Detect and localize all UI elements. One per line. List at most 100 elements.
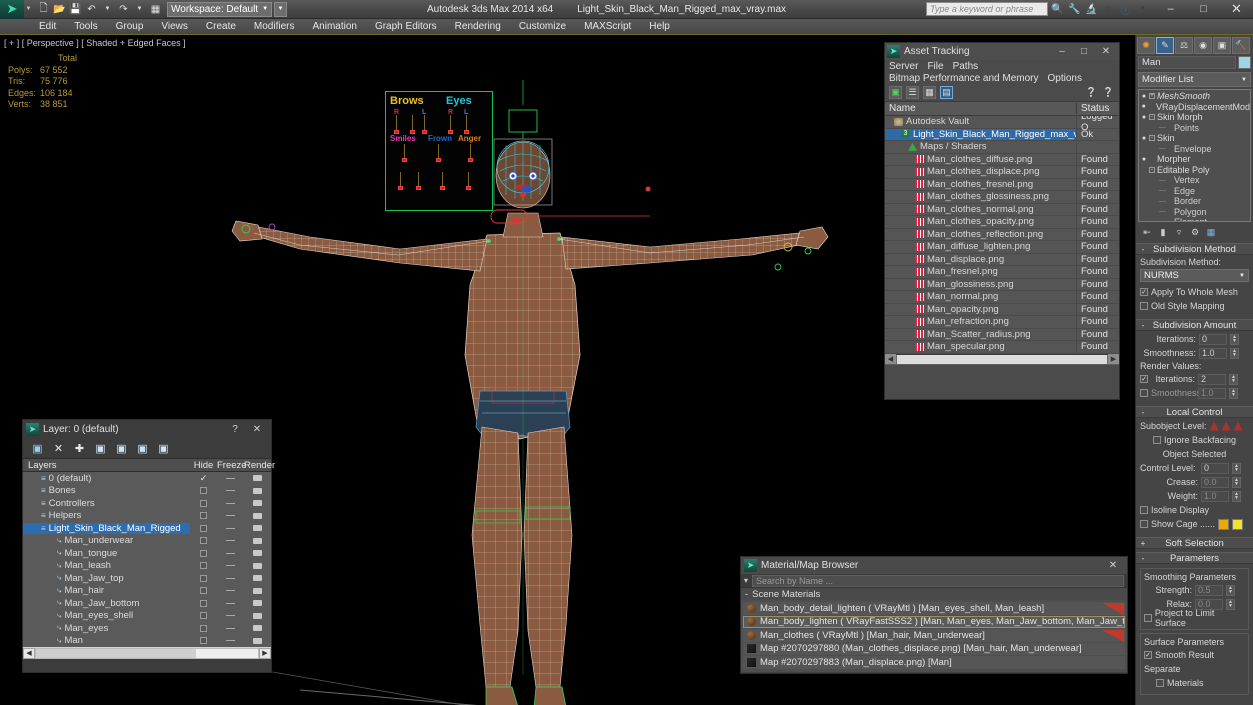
hide-checkbox[interactable] xyxy=(200,537,207,545)
layer-render-cell[interactable] xyxy=(244,475,271,482)
render-smoothness-spinner[interactable]: ▲ ▼ xyxy=(1229,387,1238,399)
scroll-right-arrow-icon[interactable]: ▶ xyxy=(1108,354,1119,364)
hierarchy-tab[interactable]: ⚖ xyxy=(1175,36,1193,54)
material-search-input[interactable]: Search by Name ... xyxy=(752,574,1124,587)
render-toggle-icon[interactable] xyxy=(253,550,262,557)
render-iterations-spinner[interactable]: ▲ ▼ xyxy=(1229,373,1238,385)
layer-row-name-cell[interactable]: ⤷ Man_hair xyxy=(23,585,190,596)
layer-hide-cell[interactable] xyxy=(190,599,217,607)
show-cage-checkbox[interactable] xyxy=(1140,520,1148,528)
wrench-icon[interactable]: 🔧 xyxy=(1067,2,1082,17)
morph-slider-knob[interactable] xyxy=(448,130,453,134)
render-toggle-icon[interactable] xyxy=(253,525,262,532)
layer-list[interactable]: ≡ 0 (default) ✓ ≡ Bones ≡ Controllers ≡ Helpers ≡… xyxy=(23,472,271,647)
hide-checkbox[interactable] xyxy=(200,637,207,645)
layer-render-cell[interactable] xyxy=(244,537,271,544)
motion-tab[interactable]: ◉ xyxy=(1194,36,1212,54)
asset-row-name-cell[interactable]: Man_fresnel.png xyxy=(885,266,1077,278)
asset-tracking-close-button[interactable]: ✕ xyxy=(1095,44,1117,60)
layer-hide-cell[interactable] xyxy=(190,612,217,620)
layer-hide-cell[interactable] xyxy=(190,562,217,570)
subobject-level-buttons[interactable] xyxy=(1209,421,1243,431)
layer-row-name-cell[interactable]: ≡ Light_Skin_Black_Man_Rigged xyxy=(23,522,190,534)
refresh-icon[interactable]: ▣ xyxy=(889,86,902,99)
modifier-stack-row[interactable]: ● - Skin xyxy=(1139,133,1250,144)
strength-input[interactable]: 0.5 xyxy=(1195,584,1223,596)
layer-hscrollbar[interactable]: ◀ ▶ xyxy=(23,647,271,659)
hide-checkbox[interactable] xyxy=(200,499,207,507)
new-layer-icon[interactable]: ▣ xyxy=(31,442,44,455)
layer-row[interactable]: ≡ Helpers xyxy=(23,510,271,523)
asset-tracking-window[interactable]: ➤ Asset Tracking – □ ✕ Server File Paths… xyxy=(884,42,1120,400)
project-limit-checkbox[interactable] xyxy=(1144,614,1152,622)
expand-toggle-icon[interactable]: - xyxy=(1149,166,1155,173)
layer-dialog-help-button[interactable]: ? xyxy=(224,421,246,437)
display-tab[interactable]: ▣ xyxy=(1213,36,1231,54)
hide-checkbox[interactable] xyxy=(200,562,207,570)
asset-row[interactable]: Man_normal.png Found xyxy=(885,291,1119,304)
menu-item-edit[interactable]: Edit xyxy=(30,19,65,35)
isoline-display-checkbox[interactable] xyxy=(1140,506,1148,514)
material-browser-titlebar[interactable]: ➤ Material/Map Browser ✕ xyxy=(741,557,1127,574)
layer-row[interactable]: ⤷ Man xyxy=(23,635,271,648)
morph-slider-knob[interactable] xyxy=(468,158,473,162)
modifier-stack-row[interactable]: ● - Skin Morph xyxy=(1139,112,1250,123)
morph-slider-knob[interactable] xyxy=(402,158,407,162)
asset-row-name-cell[interactable]: Man_refraction.png xyxy=(885,316,1077,328)
layer-hide-cell[interactable] xyxy=(190,537,217,545)
layer-render-cell[interactable] xyxy=(244,550,271,557)
hide-checkbox[interactable] xyxy=(200,574,207,582)
undo-icon[interactable]: ↶ xyxy=(84,2,99,17)
layer-row[interactable]: ≡ Controllers xyxy=(23,497,271,510)
rollout-header-parameters[interactable]: - Parameters xyxy=(1136,552,1253,564)
layer-row-name-cell[interactable]: ≡ Bones xyxy=(23,485,190,496)
layer-row-name-cell[interactable]: ⤷ Man_leash xyxy=(23,560,190,571)
layer-hide-cell[interactable] xyxy=(190,587,217,595)
lightbulb-icon[interactable]: ● xyxy=(1141,103,1146,110)
asset-row-name-cell[interactable]: Man_clothes_fresnel.png xyxy=(885,178,1077,190)
layer-row[interactable]: ⤷ Man_eyes xyxy=(23,622,271,635)
asset-row-name-cell[interactable]: Man_displace.png xyxy=(885,253,1077,265)
layer-row[interactable]: ⤷ Man_underwear xyxy=(23,535,271,548)
render-toggle-icon[interactable] xyxy=(253,512,262,519)
layer-freeze-cell[interactable] xyxy=(217,565,244,567)
layer-hide-cell[interactable] xyxy=(190,524,217,532)
strength-spinner[interactable]: ▲ ▼ xyxy=(1226,584,1235,596)
lightbulb-icon[interactable] xyxy=(1141,177,1147,184)
control-level-input[interactable]: 0 xyxy=(1201,462,1229,474)
rollout-toggle-icon[interactable]: + xyxy=(1136,539,1150,548)
modifier-list-dropdown[interactable]: Modifier List ▼ xyxy=(1138,72,1251,87)
weight-input[interactable]: 1.0 xyxy=(1201,490,1229,502)
star-icon[interactable]: ☆ xyxy=(1101,2,1116,17)
layer-hide-cell[interactable] xyxy=(190,624,217,632)
menu-item-animation[interactable]: Animation xyxy=(303,19,365,35)
asset-row[interactable]: Man_opacity.png Found xyxy=(885,303,1119,316)
material-row[interactable]: Man_clothes ( VRayMtl ) [Man_hair, Man_u… xyxy=(743,629,1125,642)
morph-slider-track[interactable] xyxy=(418,172,419,186)
layer-freeze-cell[interactable] xyxy=(217,490,244,492)
morph-slider-track[interactable] xyxy=(442,172,443,186)
redo-icon[interactable]: ↷ xyxy=(116,2,131,17)
scene-materials-section-header[interactable]: - Scene Materials xyxy=(741,588,1127,600)
help-icon[interactable]: ⓘ xyxy=(1118,2,1133,17)
lightbulb-icon[interactable]: ● xyxy=(1141,156,1147,163)
layer-row[interactable]: ≡ 0 (default) ✓ xyxy=(23,472,271,485)
scroll-left-arrow-icon[interactable]: ◀ xyxy=(885,354,896,364)
column-header-layers[interactable]: Layers xyxy=(23,460,190,471)
hide-checkbox[interactable] xyxy=(200,587,207,595)
command-panel[interactable]: ✺ ✎ ⚖ ◉ ▣ 🔨 Man Modifier List ▼ ● + MeshSm… xyxy=(1135,35,1253,705)
lightbulb-icon[interactable] xyxy=(1141,219,1147,221)
asset-row-name-cell[interactable]: Man_diffuse_lighten.png xyxy=(885,241,1077,253)
layer-freeze-cell[interactable] xyxy=(217,640,244,642)
layer-row[interactable]: ⤷ Man_Jaw_bottom xyxy=(23,597,271,610)
asset-row-name-cell[interactable]: Man_opacity.png xyxy=(885,303,1077,315)
menu-item-tools[interactable]: Tools xyxy=(65,19,106,35)
render-toggle-icon[interactable] xyxy=(253,475,262,482)
render-iterations-input[interactable]: 2 xyxy=(1198,373,1226,385)
table-view-icon[interactable]: ▤ xyxy=(940,86,953,99)
layer-row[interactable]: ⤷ Man_Jaw_top xyxy=(23,572,271,585)
modifier-stack-row[interactable]: —Element xyxy=(1139,217,1250,221)
viewport-label[interactable]: [ + ] [ Perspective ] [ Shaded + Edged F… xyxy=(4,38,186,48)
render-smoothness-checkbox[interactable] xyxy=(1140,389,1148,397)
asset-row[interactable]: Autodesk Vault Logged O xyxy=(885,116,1119,133)
